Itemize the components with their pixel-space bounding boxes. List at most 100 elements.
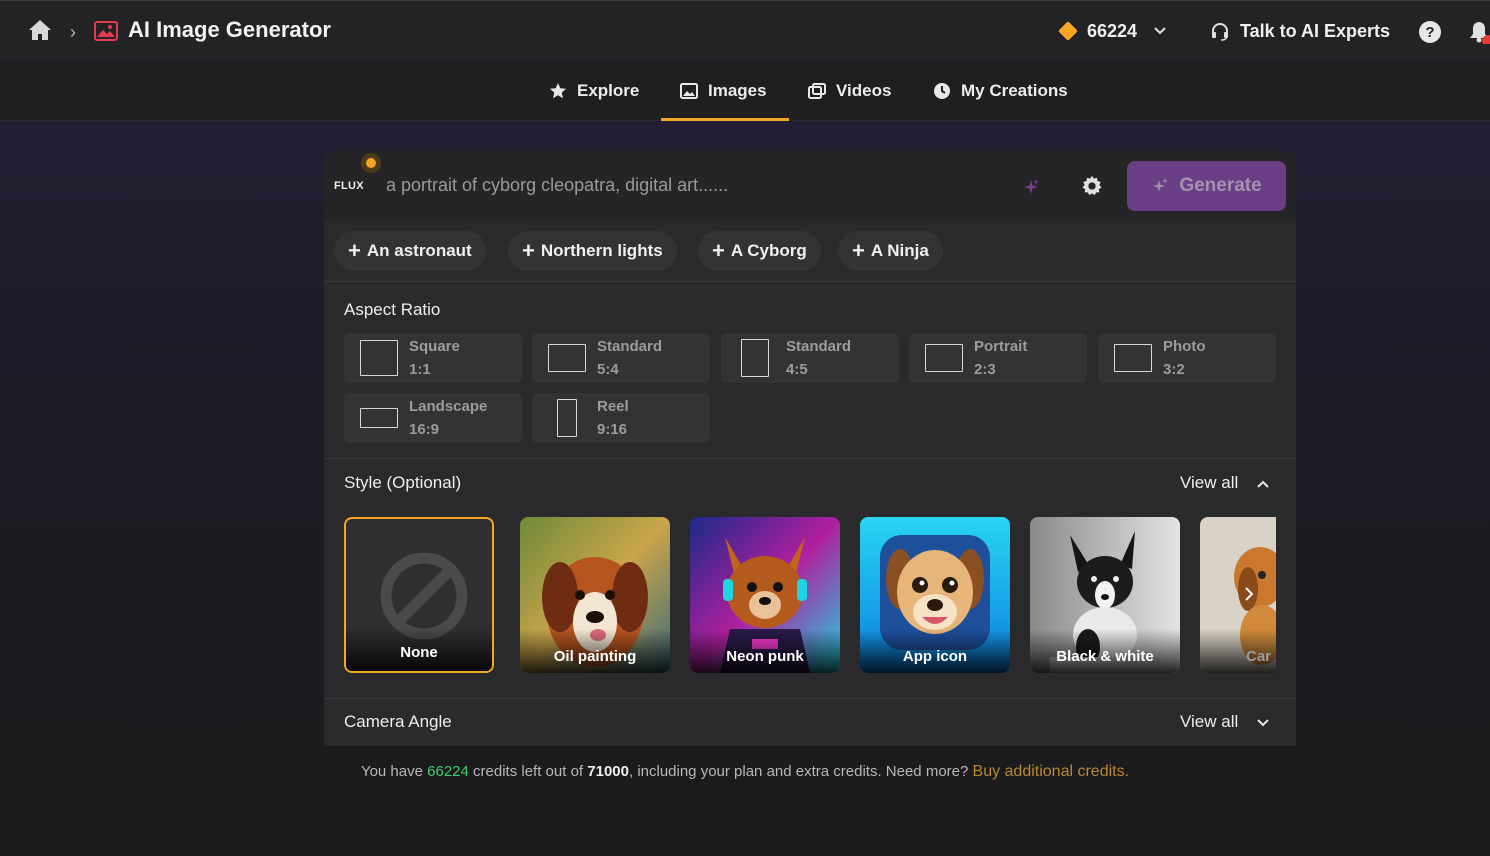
style-option-app-icon[interactable]: App icon (860, 517, 1010, 673)
footer-credits-total: 71000 (587, 763, 629, 780)
model-selector[interactable]: FLUX (334, 180, 364, 192)
footer-prefix: You have (360, 763, 423, 780)
camera-angle-title: Camera Angle (344, 712, 452, 731)
style-option-oil-painting[interactable]: Oil painting (520, 517, 670, 673)
sparkle-enhance-icon[interactable] (1021, 177, 1041, 197)
buy-credits-link[interactable]: Buy additional credits. (973, 763, 1130, 780)
prompt-input[interactable] (386, 168, 1006, 202)
style-option-black-white[interactable]: Black & white (1030, 517, 1180, 673)
ratio-option-photo[interactable]: Photo 3:2 (1098, 333, 1276, 383)
tab-explore-label: Explore (577, 81, 640, 100)
section-divider (324, 458, 1296, 459)
headset-icon[interactable] (1210, 22, 1230, 42)
tab-images[interactable]: Images (680, 61, 767, 121)
talk-to-experts-link[interactable]: Talk to AI Experts (1240, 21, 1390, 42)
suggestion-chip[interactable]: + Northern lights (508, 231, 677, 271)
sparkle-icon (1153, 178, 1169, 192)
ratio-shape-icon (925, 344, 963, 372)
tab-my-creations-label: My Creations (961, 81, 1068, 100)
top-bar: › AI Image Generator 66224 Talk to AI Ex… (0, 0, 1490, 60)
ratio-option-standard-5-4[interactable]: Standard 5:4 (532, 333, 710, 383)
footer-credits-left: 66224 (427, 763, 469, 780)
style-label: App icon (902, 648, 968, 665)
svg-text:?: ? (1425, 24, 1434, 41)
suggestion-chip[interactable]: + An astronaut (334, 231, 486, 271)
suggestion-label: A Ninja (870, 241, 929, 260)
ratio-option-square[interactable]: Square 1:1 (344, 333, 522, 383)
tab-videos-label: Videos (836, 81, 892, 100)
gear-icon[interactable] (1081, 175, 1103, 197)
style-option-cartoon[interactable]: Car (1200, 517, 1276, 673)
style-label: Car (1246, 648, 1272, 665)
main-nav: Explore Images Videos My Creations (0, 61, 1490, 121)
chevron-right-icon[interactable] (1242, 585, 1256, 603)
image-icon (680, 83, 698, 99)
chevron-down-icon[interactable] (1255, 715, 1271, 731)
breadcrumb-chevron-icon: › (70, 22, 76, 42)
ratio-name: Square (409, 338, 460, 355)
tab-my-creations[interactable]: My Creations (933, 61, 1068, 121)
plus-icon: + (852, 238, 865, 263)
suggestion-label: Northern lights (540, 241, 663, 260)
suggestion-chip[interactable]: + A Ninja (838, 231, 943, 271)
style-option-none[interactable]: None (344, 517, 494, 673)
star-icon (550, 83, 566, 99)
ratio-value: 3:2 (1163, 361, 1185, 378)
ratio-value: 9:16 (597, 421, 628, 438)
chevron-down-icon[interactable] (1152, 23, 1168, 39)
tab-images-label: Images (708, 81, 767, 100)
home-icon[interactable] (28, 19, 52, 41)
style-label: Neon punk (726, 648, 804, 665)
footer-mid: credits left out of (473, 763, 584, 780)
style-label: Oil painting (553, 648, 637, 665)
section-divider (324, 698, 1296, 699)
ratio-name: Landscape (409, 398, 488, 415)
ratio-value: 4:5 (786, 361, 808, 378)
help-icon[interactable]: ? (1418, 20, 1442, 44)
suggestion-chip[interactable]: + A Cyborg (698, 231, 821, 271)
image-generator-icon (94, 21, 118, 41)
ratio-shape-icon (548, 344, 586, 372)
style-title: Style (Optional) (344, 473, 462, 492)
ratio-shape-icon (360, 408, 398, 428)
ratio-name: Standard (786, 338, 852, 355)
generate-button-label: Generate (1179, 175, 1262, 196)
ratio-shape-icon (1114, 344, 1152, 372)
style-view-all-link[interactable]: View all (1180, 473, 1238, 493)
prompt-suggestions: + An astronaut + Northern lights + A Cyborg… (324, 221, 1296, 282)
suggestion-label: An astronaut (366, 241, 472, 260)
ratio-name: Photo (1163, 338, 1206, 355)
tab-videos[interactable]: Videos (808, 61, 891, 121)
notification-bell-icon[interactable] (1468, 20, 1490, 44)
ratio-shape-icon (360, 340, 398, 376)
ratio-name: Standard (597, 338, 663, 355)
style-label: Black & white (1056, 648, 1154, 665)
style-option-neon-punk[interactable]: Neon punk (690, 517, 840, 673)
plus-icon: + (348, 238, 361, 263)
chevron-up-icon[interactable] (1255, 476, 1271, 492)
ratio-value: 1:1 (409, 361, 431, 378)
ratio-option-reel[interactable]: Reel 9:16 (532, 393, 710, 443)
suggestion-label: A Cyborg (730, 241, 807, 260)
generator-panel: FLUX Generate + An astronaut + Northern li… (324, 151, 1296, 746)
ratio-option-landscape[interactable]: Landscape 16:9 (344, 393, 522, 443)
ratio-value: 2:3 (974, 361, 996, 378)
credits-count[interactable]: 66224 (1087, 21, 1137, 42)
prompt-bar: FLUX Generate (324, 151, 1296, 221)
ratio-name: Reel (597, 398, 629, 415)
ratio-option-portrait[interactable]: Portrait 2:3 (909, 333, 1087, 383)
model-status-dot (361, 153, 381, 173)
active-tab-indicator (661, 118, 789, 121)
generate-button[interactable]: Generate (1127, 161, 1286, 211)
ratio-value: 5:4 (597, 361, 619, 378)
page-title: AI Image Generator (128, 17, 331, 42)
clock-icon (934, 83, 950, 99)
ratio-option-standard-4-5[interactable]: Standard 4:5 (721, 333, 899, 383)
credits-diamond-icon (1058, 21, 1078, 41)
ratio-shape-icon (741, 339, 769, 377)
ratio-shape-icon (557, 399, 577, 437)
aspect-ratio-title: Aspect Ratio (344, 300, 441, 319)
tab-explore[interactable]: Explore (549, 61, 639, 121)
camera-view-all-link[interactable]: View all (1180, 712, 1238, 732)
ratio-name: Portrait (974, 338, 1028, 355)
